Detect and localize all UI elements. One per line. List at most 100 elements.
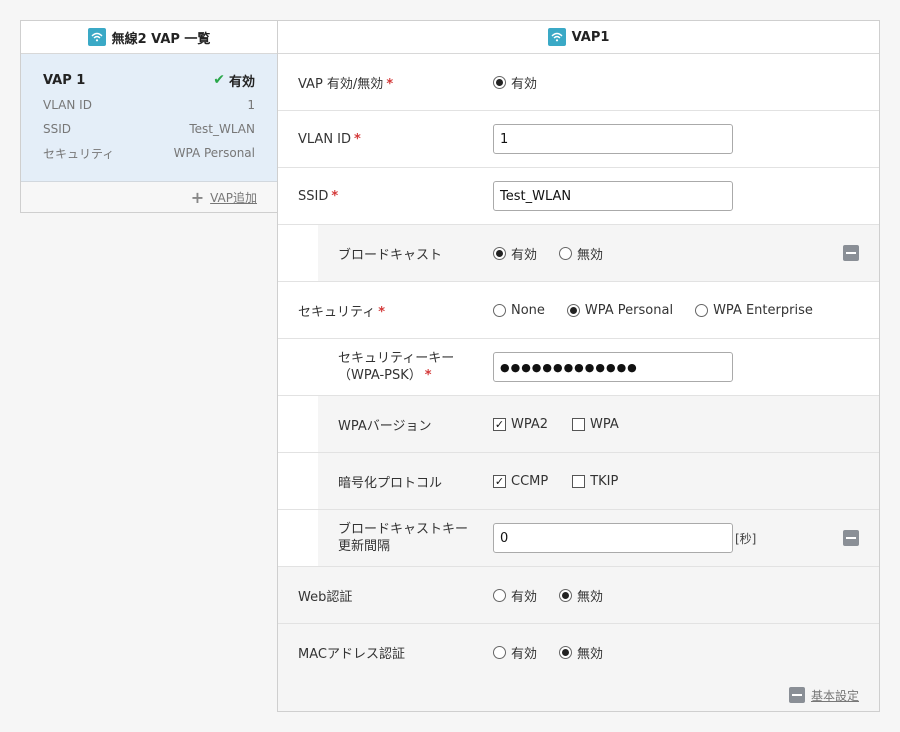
plus-icon[interactable]: + [191,188,204,207]
ssid-label-text: SSID [298,188,329,204]
collapse-ssid-icon[interactable] [843,245,859,261]
web-auth-option-label: 有効 [511,589,538,605]
radio-unselected-icon [695,303,709,317]
psk-label-line1: セキュリティーキー [338,351,455,366]
wpa-checkbox[interactable]: WPA [572,417,619,432]
broadcast-row: ブロードキャスト 有効 無効 [278,225,879,282]
vap-card-row-vlan: VLAN ID 1 [43,93,255,117]
mac-auth-radio-enabled[interactable]: 有効 [493,643,537,662]
vap-enable-label-text: VAP 有効/無効 [298,76,384,92]
required-mark: * [386,76,394,92]
checkbox-checked-icon: ✓ [493,417,506,431]
vap-card-row-label: セキュリティ [43,146,115,161]
web-auth-control: 有効 無効 [493,586,625,605]
broadcast-option-label: 有効 [511,247,538,263]
security-radio-none[interactable]: None [493,303,545,318]
broadcast-radio-enabled[interactable]: 有効 [493,244,537,263]
vap-enable-radio[interactable]: 有効 [493,73,537,92]
vap-enable-option-label: 有効 [511,76,538,92]
security-radio-wpa-personal[interactable]: WPA Personal [566,302,674,318]
rekey-control: 0 [秒] [493,523,756,553]
broadcast-radio-disabled[interactable]: 無効 [559,244,603,263]
radio-unselected-icon [493,645,506,659]
radio-unselected-icon [493,303,506,317]
required-mark: * [378,304,386,320]
security-label: セキュリティ * [298,301,385,320]
psk-label-line2: （WPA-PSK） [338,368,422,383]
mac-auth-option-label: 無効 [577,646,604,662]
rekey-label-line1: ブロードキャストキー [338,522,469,537]
wpa2-checkbox[interactable]: ✓ WPA2 [493,417,548,432]
add-vap-row: + VAP追加 [21,182,277,212]
vap-list-header: 無線2 VAP 一覧 [21,21,277,54]
wpa-version-option-label: WPA2 [511,416,549,432]
vap-list-title: 無線2 VAP 一覧 [111,31,211,47]
cipher-label: 暗号化プロトコル [338,475,443,491]
wpa-version-row: WPAバージョン ✓ WPA2 WPA [278,396,879,453]
vap-card-vap1[interactable]: VAP 1 ✔ 有効 VLAN ID 1 SSID Test_WLAN セキュリ… [21,54,277,182]
wpa-version-control: ✓ WPA2 WPA [493,417,643,432]
radio-selected-icon [559,645,573,659]
radio-unselected-icon [493,588,506,602]
vlan-id-label: VLAN ID * [298,132,361,147]
broadcast-option-label: 無効 [577,247,604,263]
mac-auth-row: MACアドレス認証 有効 無効 [278,624,879,681]
security-label-text: セキュリティ [298,304,376,320]
radio-selected-icon [559,588,573,602]
cipher-option-label: CCMP [511,473,549,489]
ccmp-checkbox[interactable]: ✓ CCMP [493,474,548,489]
radio-selected-icon [493,75,506,89]
ssid-control: Test_WLAN [493,181,733,211]
vlan-id-row: VLAN ID * 1 [278,111,879,168]
rekey-input[interactable]: 0 [493,523,733,553]
vlan-id-input[interactable]: 1 [493,124,733,154]
web-auth-row: Web認証 有効 無効 [278,567,879,624]
checkbox-checked-icon: ✓ [493,474,506,488]
vap-card-row-value: Test_WLAN [189,122,255,136]
vap-card-status: ✔ 有効 [213,71,255,90]
basic-settings-link[interactable]: 基本設定 [811,687,859,704]
web-auth-radio-enabled[interactable]: 有効 [493,586,537,605]
vap-card-status-text: 有効 [228,74,255,90]
security-radio-wpa-enterprise[interactable]: WPA Enterprise [695,303,813,318]
tkip-checkbox[interactable]: TKIP [572,474,618,489]
web-auth-label: Web認証 [298,589,353,605]
rekey-label: ブロードキャストキー 更新間隔 [338,521,468,555]
vap-detail-header: VAP1 [278,21,879,54]
vap-enable-control: 有効 [493,73,559,92]
security-control: None WPA Personal WPA Enterprise [493,303,835,318]
vap-enable-row: VAP 有効/無効 * 有効 [278,54,879,111]
vap-list-panel: 無線2 VAP 一覧 VAP 1 ✔ 有効 VLAN ID 1 SSID Tes… [20,20,278,213]
collapse-security-icon[interactable] [843,530,859,546]
psk-input[interactable]: ●●●●●●●●●●●●● [493,352,733,382]
ssid-row: SSID * Test_WLAN [278,168,879,225]
mac-auth-radio-disabled[interactable]: 無効 [559,643,603,662]
vap-card-row-security: セキュリティ WPA Personal [43,141,255,165]
psk-label: セキュリティーキー （WPA-PSK） * [338,350,454,384]
vlan-id-control: 1 [493,124,733,154]
vap-card-row-ssid: SSID Test_WLAN [43,117,255,141]
vap-card-row-value: 1 [247,98,255,112]
security-option-label: WPA Personal [584,302,674,318]
add-vap-link[interactable]: VAP追加 [210,189,257,206]
ssid-input[interactable]: Test_WLAN [493,181,733,211]
wifi-icon [547,28,566,46]
radio-unselected-icon [559,246,573,260]
mac-auth-label: MACアドレス認証 [298,646,405,662]
wpa-version-label: WPAバージョン [338,418,432,434]
security-row: セキュリティ * None WPA Personal WPA Enterprise [278,282,879,339]
required-mark: * [424,368,432,383]
radio-selected-icon [566,303,580,317]
wpa-version-option-label: WPA [590,416,619,432]
rekey-label-line2: 更新間隔 [338,539,391,554]
vlan-id-label-text: VLAN ID [298,131,352,147]
cipher-row: 暗号化プロトコル ✓ CCMP TKIP [278,453,879,510]
radio-selected-icon [493,246,506,260]
required-mark: * [331,188,339,204]
web-auth-option-label: 無効 [577,589,604,605]
psk-row: セキュリティーキー （WPA-PSK） * ●●●●●●●●●●●●● [278,339,879,396]
minus-icon[interactable] [788,687,805,703]
web-auth-radio-disabled[interactable]: 無効 [559,586,603,605]
mac-auth-option-label: 有効 [511,646,538,662]
checkbox-unchecked-icon [572,417,586,431]
